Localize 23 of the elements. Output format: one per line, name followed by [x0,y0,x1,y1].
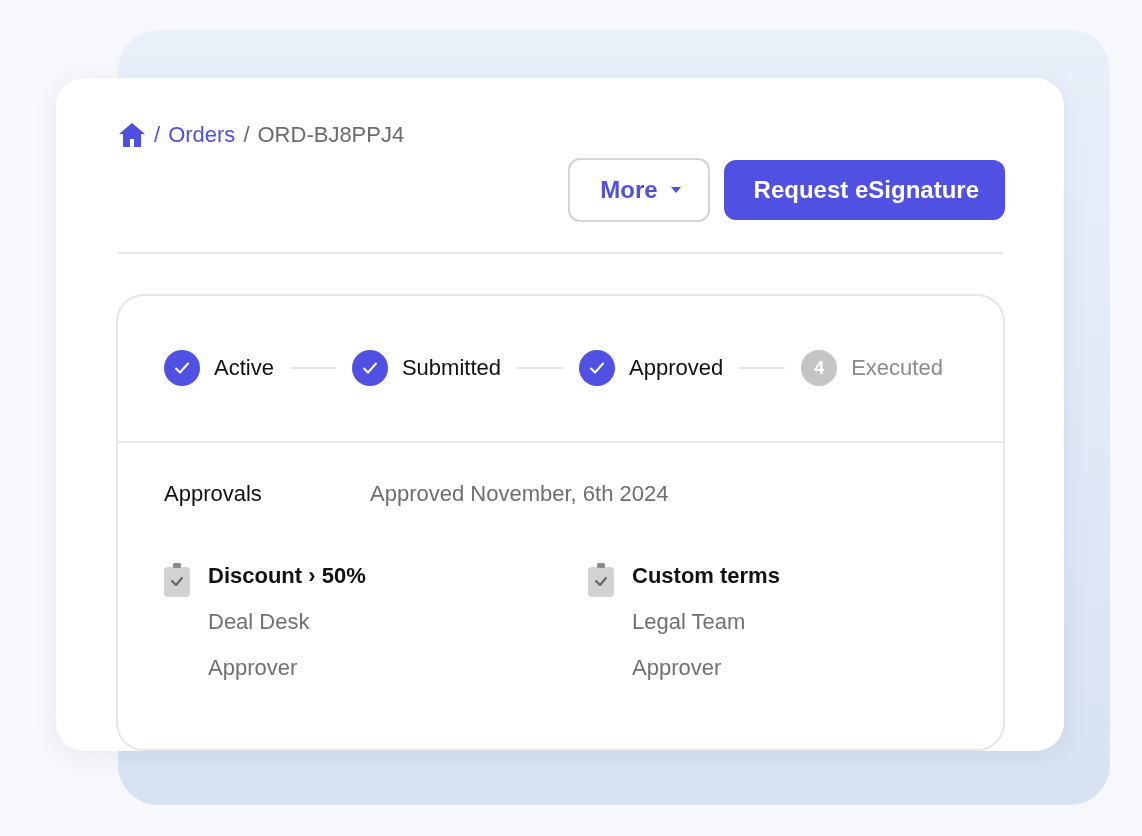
approval-role: Approver [208,654,299,681]
approval-name: Custom terms [632,562,780,589]
approval-name: Discount › 50% [208,562,366,589]
breadcrumb-link[interactable]: Orders [168,122,236,148]
step-label: Executed [851,355,943,381]
request-esignature-button[interactable]: Request eSignature [723,160,1005,220]
step-label: Submitted [401,355,501,381]
approval-status: Approved November, 6th 2024 [370,480,669,507]
approval-role: Approver [632,654,723,681]
step-number-indicator: 4 [801,350,838,386]
caret-icon [669,186,682,194]
step-label: Active [214,355,274,381]
step-label: Approved [629,355,724,381]
approval-team: Deal Desk [208,608,311,635]
clipboard-check-icon [164,562,190,597]
clipboard-check-icon [588,562,614,597]
section-title: Approvals [164,480,263,507]
breadcrumb-current: ORD-BJ8PPJ4 [257,122,405,148]
home-icon[interactable] [118,122,146,148]
breadcrumb-separator: / [154,122,161,148]
more-button[interactable]: More [568,158,710,222]
breadcrumb-separator: / [243,122,250,148]
approval-team: Legal Team [632,608,747,635]
